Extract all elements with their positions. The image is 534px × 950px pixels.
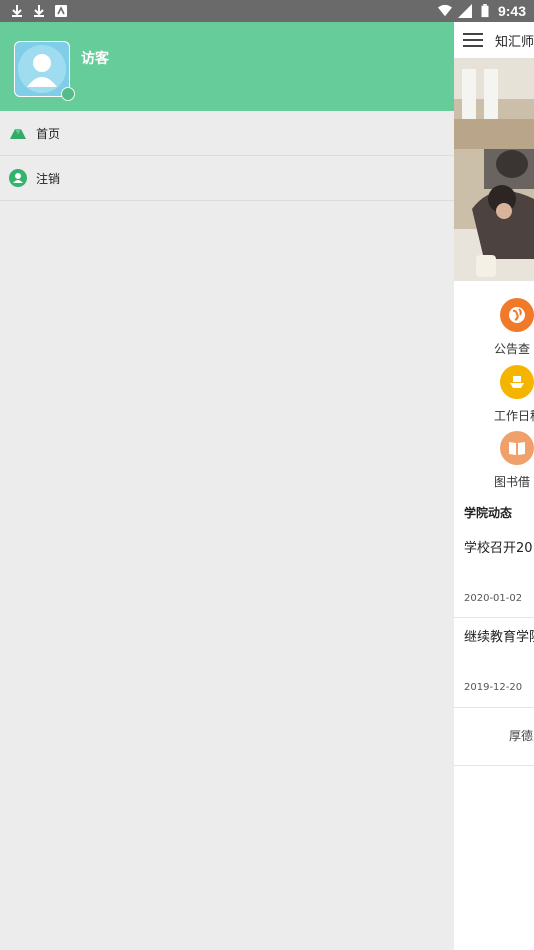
app-header: 知汇师	[454, 22, 534, 59]
drawer-header: 访客	[0, 22, 454, 111]
ship-icon	[500, 365, 534, 399]
download-icon	[12, 5, 22, 17]
book-icon	[500, 431, 534, 465]
menu-icon[interactable]	[463, 33, 483, 47]
battery-icon	[481, 4, 489, 18]
news-date: 2020-01-02	[464, 593, 523, 604]
status-time: 9:43	[497, 3, 526, 19]
settings-badge-icon	[61, 87, 75, 101]
home-icon	[9, 124, 27, 142]
drawer-item-label: 注销	[36, 171, 61, 186]
news-title: 继续教育学院	[464, 630, 534, 645]
signal-icon	[457, 4, 472, 18]
drawer-item-logout[interactable]: 注销	[0, 156, 454, 201]
user-logout-icon	[9, 169, 27, 187]
news-date: 2019-12-20	[464, 682, 523, 693]
grid-item-schedule[interactable]: 工作日程	[454, 365, 534, 423]
news-item[interactable]: 继续教育学院 2019-12-20	[454, 618, 534, 708]
classroom-photo	[454, 59, 534, 281]
grid-item-notice[interactable]: 公告查	[454, 298, 534, 356]
news-item[interactable]: 学校召开20 2020-01-02	[454, 527, 534, 618]
news-title: 学校召开20	[464, 541, 533, 556]
status-bar: 9:43	[0, 0, 534, 22]
app-notification-icon	[55, 5, 67, 17]
banner-image[interactable]	[454, 59, 534, 281]
download-icon	[34, 5, 44, 17]
username: 访客	[81, 51, 109, 67]
user-avatar-icon	[18, 45, 66, 93]
grid-label: 公告查	[494, 342, 531, 356]
navigation-drawer: 访客 首页 注销	[0, 22, 454, 950]
globe-icon	[500, 298, 534, 332]
grid-label: 工作日程	[494, 409, 534, 423]
page-title: 知汇师	[494, 34, 534, 50]
grid-label: 图书借	[494, 475, 531, 489]
main-content: 知汇师 公告查 工作日程 图书	[454, 22, 534, 950]
grid-item-library[interactable]: 图书借	[454, 431, 534, 489]
wifi-icon	[437, 4, 452, 17]
footer-text: 厚德	[509, 729, 534, 743]
drawer-item-home[interactable]: 首页	[0, 111, 454, 156]
section-title: 学院动态	[464, 506, 513, 520]
drawer-item-label: 首页	[36, 126, 61, 141]
divider	[454, 765, 534, 766]
